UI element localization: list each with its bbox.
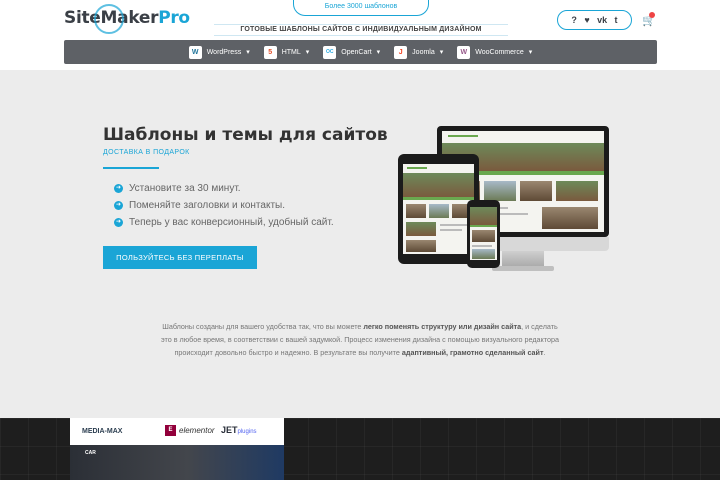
site-header: SiteMakerPro Более 3000 шаблонов ГОТОВЫЕ… [0, 0, 720, 70]
hero-underline [103, 167, 159, 169]
jetplugins-logo: JETplugins [221, 425, 257, 435]
phone-mockup [467, 200, 500, 268]
nav-label: WooCommerce [475, 48, 524, 56]
description-bold: легко поменять структуру или дизайн сайт… [363, 322, 522, 331]
chevron-down-icon: ▾ [376, 49, 381, 56]
template-preview-card[interactable]: MEDIA-MAX E elementor JETplugins CAR [70, 418, 284, 480]
feature-text: Теперь у вас конверсионный, удобный сайт… [129, 217, 334, 228]
feature-bullet: ➜ Поменяйте заголовки и контакты. [114, 200, 285, 211]
feature-bullet: ➜ Теперь у вас конверсионный, удобный са… [114, 217, 334, 228]
html5-icon: 5 [263, 45, 277, 59]
description-text: Шаблоны созданы для вашего удобства так,… [162, 322, 364, 331]
chevron-down-icon: ▾ [439, 49, 444, 56]
nav-label: OpenCart [341, 48, 372, 56]
arrow-circle-icon: ➜ [114, 218, 123, 227]
nav-item-wordpress[interactable]: W WordPress ▾ [188, 45, 250, 59]
chevron-down-icon: ▾ [305, 49, 310, 56]
wordpress-icon: W [188, 45, 202, 59]
main-navigation: W WordPress ▾ 5 HTML ▾ OC OpenCart ▾ J Joom… [64, 40, 657, 64]
chevron-down-icon: ▾ [528, 49, 533, 56]
feature-bullet: ➜ Установите за 30 минут. [114, 183, 241, 194]
vk-icon[interactable]: vk [597, 15, 607, 25]
elementor-icon: E [165, 425, 176, 436]
heart-icon[interactable]: ♥ [584, 15, 589, 25]
opencart-icon: OC [323, 45, 337, 59]
cta-button[interactable]: ПОЛЬЗУЙТЕСЬ БЕЗ ПЕРЕПЛАТЫ [103, 246, 257, 269]
joomla-icon: J [394, 45, 408, 59]
templates-count-pill[interactable]: Более 3000 шаблонов [293, 0, 429, 16]
tablet-screen [403, 164, 474, 254]
nav-label: HTML [281, 48, 301, 56]
desktop-stand [502, 251, 544, 267]
arrow-circle-icon: ➜ [114, 201, 123, 210]
elementor-logo: elementor [179, 426, 215, 435]
twitter-icon[interactable]: t [615, 15, 618, 25]
nav-item-opencart[interactable]: OC OpenCart ▾ [323, 45, 381, 59]
woocommerce-icon: W [457, 45, 471, 59]
social-links: ? ♥ vk t [557, 10, 632, 30]
description-text: . [543, 348, 546, 357]
promo-car-label: CAR [85, 450, 96, 456]
desktop-base [492, 266, 554, 271]
description-bold: адаптивный, грамотно сделанный сайт [401, 348, 544, 357]
site-tagline: ГОТОВЫЕ ШАБЛОНЫ САЙТОВ С ИНДИВИДУАЛЬНЫМ … [240, 26, 482, 33]
plugins-text: plugins [237, 429, 257, 435]
chevron-down-icon: ▾ [246, 49, 250, 56]
nav-item-html[interactable]: 5 HTML ▾ [263, 45, 310, 59]
cart-badge [649, 12, 655, 18]
jet-text: JET [221, 425, 238, 435]
phone-screen [470, 207, 497, 260]
hero-title: Шаблоны и темы для сайтов [103, 125, 388, 145]
nav-item-joomla[interactable]: J Joomla ▾ [394, 45, 444, 59]
logo-pro-text: Pro [158, 8, 190, 28]
question-icon[interactable]: ? [571, 15, 577, 25]
tagline-divider-bottom [214, 35, 508, 36]
promo-brand: MEDIA-MAX [82, 428, 123, 435]
nav-label: WordPress [206, 48, 242, 56]
logo-ring-icon [94, 4, 124, 34]
site-logo[interactable]: SiteMakerPro [64, 8, 190, 28]
promo-preview-image [70, 445, 284, 480]
arrow-circle-icon: ➜ [114, 184, 123, 193]
description-paragraph: Шаблоны созданы для вашего удобства так,… [160, 320, 560, 359]
feature-text: Установите за 30 минут. [129, 183, 241, 194]
nav-label: Joomla [412, 48, 435, 56]
feature-text: Поменяйте заголовки и контакты. [129, 200, 285, 211]
nav-item-woocommerce[interactable]: W WooCommerce ▾ [457, 45, 533, 59]
hero-subtitle: ДОСТАВКА В ПОДАРОК [103, 149, 190, 156]
